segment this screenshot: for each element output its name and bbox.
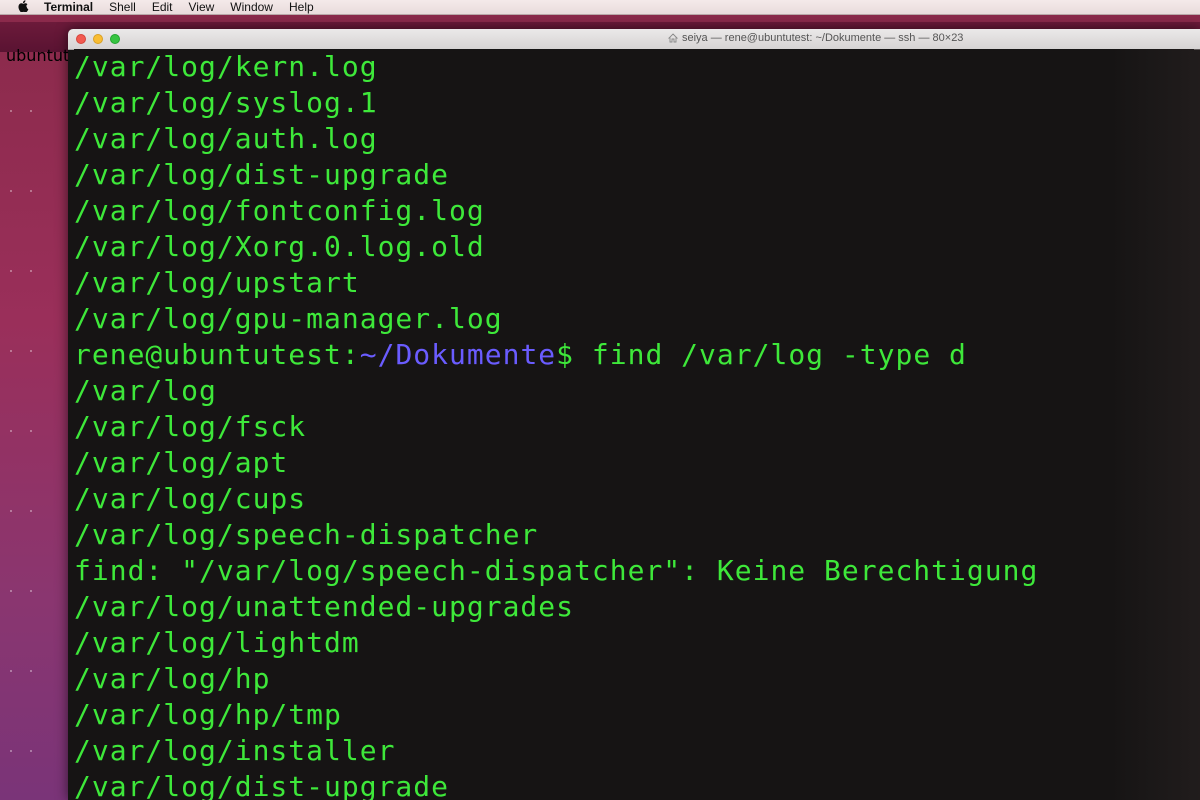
menu-bar: Terminal Shell Edit View Window Help: [0, 0, 1200, 15]
output-line: /var/log/installer: [74, 734, 396, 767]
background-window-label: ubuntut: [6, 46, 70, 65]
output-line: /var/log/hp/tmp: [74, 698, 342, 731]
output-line: /var/log: [74, 374, 217, 407]
terminal-window[interactable]: seiya — rene@ubuntutest: ~/Dokumente — s…: [68, 29, 1200, 800]
output-line: /var/log/syslog.1: [74, 86, 378, 119]
output-line: /var/log/Xorg.0.log.old: [74, 230, 485, 263]
prompt-user-host: rene@ubuntutest: [74, 338, 342, 371]
output-line: /var/log/hp: [74, 662, 271, 695]
menu-terminal[interactable]: Terminal: [44, 0, 93, 14]
output-line: /var/log/cups: [74, 482, 307, 515]
window-title-text: seiya — rene@ubuntutest: ~/Dokumente — s…: [682, 32, 964, 44]
output-line: /var/log/fsck: [74, 410, 307, 443]
output-line: /var/log/upstart: [74, 266, 360, 299]
terminal-output[interactable]: /var/log/kern.log /var/log/syslog.1 /var…: [74, 49, 1194, 800]
prompt-command: find /var/log -type d: [574, 338, 967, 371]
minimize-button[interactable]: [93, 34, 103, 44]
output-line: /var/log/apt: [74, 446, 289, 479]
desktop-decoration: [10, 70, 60, 770]
output-line: /var/log/dist-upgrade: [74, 158, 450, 191]
menu-shell[interactable]: Shell: [109, 0, 136, 14]
prompt-path: ~/Dokumente: [359, 338, 557, 371]
zoom-button[interactable]: [110, 34, 120, 44]
menu-view[interactable]: View: [189, 0, 215, 14]
prompt-symbol: $: [556, 338, 575, 371]
prompt-separator: :: [341, 338, 360, 371]
output-line: /var/log/kern.log: [74, 50, 378, 83]
output-line: /var/log/speech-dispatcher: [74, 518, 539, 551]
menu-edit[interactable]: Edit: [152, 0, 173, 14]
menu-help[interactable]: Help: [289, 0, 314, 14]
home-icon: [668, 33, 678, 43]
close-button[interactable]: [76, 34, 86, 44]
output-line: /var/log/dist-upgrade: [74, 770, 450, 800]
error-line: find: "/var/log/speech-dispatcher": Kein…: [74, 554, 1039, 587]
output-line: /var/log/unattended-upgrades: [74, 590, 575, 623]
output-line: /var/log/lightdm: [74, 626, 360, 659]
command-prompt-line: rene@ubuntutest:~/Dokumente$ find /var/l…: [74, 337, 967, 373]
window-titlebar[interactable]: seiya — rene@ubuntutest: ~/Dokumente — s…: [68, 29, 1200, 50]
apple-icon[interactable]: [18, 0, 32, 15]
output-line: /var/log/gpu-manager.log: [74, 302, 503, 335]
output-line: /var/log/fontconfig.log: [74, 194, 485, 227]
output-line: /var/log/auth.log: [74, 122, 378, 155]
menu-window[interactable]: Window: [230, 0, 273, 14]
window-title: seiya — rene@ubuntutest: ~/Dokumente — s…: [668, 32, 963, 44]
